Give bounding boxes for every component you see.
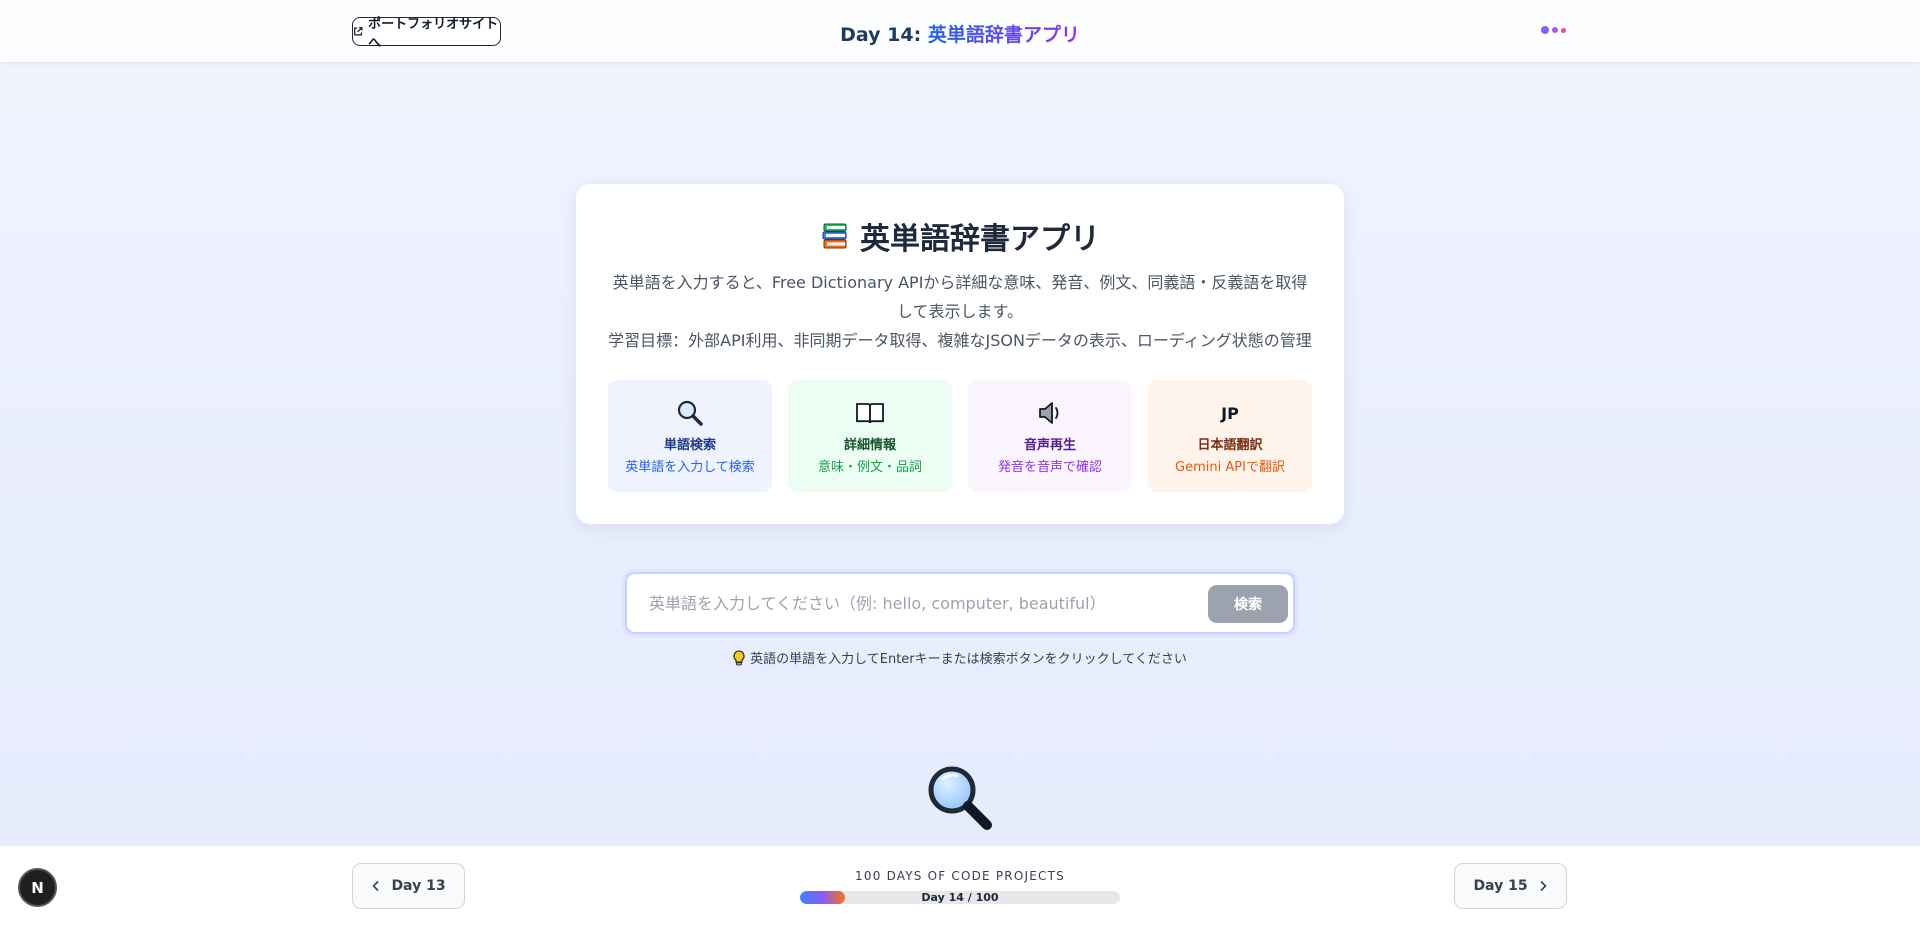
feature-search: 単語検索 英単語を入力して検索 (608, 380, 772, 492)
feature-title: 詳細情報 (843, 438, 896, 453)
page-title-day: Day 14: (840, 24, 928, 46)
lightbulb-icon (733, 649, 745, 665)
dot-icon (1561, 27, 1566, 33)
feature-audio: 音声再生 発音を音声で確認 (968, 380, 1132, 492)
feature-translation: JP 日本語翻訳 Gemini APIで翻訳 (1148, 380, 1312, 492)
feature-subtitle: 意味・例文・品詞 (817, 460, 922, 475)
feature-title: 単語検索 (663, 438, 716, 453)
progress-text: Day 14 / 100 (921, 891, 999, 904)
feature-subtitle: Gemini APIで翻訳 (1175, 460, 1285, 475)
feature-title: 日本語翻訳 (1197, 438, 1263, 453)
feature-list: 単語検索 英単語を入力して検索 詳細情報 意味・例文・品詞 音声再生 発音を音声… (608, 380, 1312, 492)
book-icon (856, 403, 884, 424)
books-icon (822, 223, 847, 249)
jp-icon: JP (1221, 403, 1239, 423)
progress-bar: Day 14 / 100 (800, 891, 1120, 904)
feature-subtitle: 発音を音声で確認 (997, 460, 1102, 475)
search-input[interactable] (649, 588, 1169, 618)
dot-icon (1541, 26, 1549, 34)
feature-title: 音声再生 (1023, 438, 1076, 453)
feature-details: 詳細情報 意味・例文・品詞 (788, 380, 952, 492)
feature-subtitle: 英単語を入力して検索 (625, 460, 755, 475)
search-icon (677, 400, 703, 426)
progress-label: 100 DAYS OF CODE PROJECTS (855, 869, 1065, 883)
dot-icon (1552, 27, 1558, 33)
card-title: 英単語辞書アプリ (576, 214, 1344, 258)
app-info-card: 英単語辞書アプリ 英単語を入力すると、Free Dictionary APIから… (576, 184, 1344, 524)
search-hint-text: 英語の単語を入力してEnterキーまたは検索ボタンをクリックしてください (750, 652, 1187, 667)
card-description: 英単語を入力すると、Free Dictionary APIから詳細な意味、発音、… (606, 268, 1314, 355)
page-title: Day 14: 英単語辞書アプリ (0, 20, 1920, 47)
nextjs-logo-button[interactable]: N (18, 868, 57, 907)
top-header: ポートフォリオサイトへ Day 14: 英単語辞書アプリ (0, 0, 1920, 63)
next-day-button[interactable]: Day 15 (1454, 863, 1567, 909)
search-box: 検索 (625, 572, 1295, 634)
page-title-name: 英単語辞書アプリ (927, 24, 1080, 46)
decorative-dots (1541, 26, 1566, 34)
next-day-label: Day 15 (1473, 878, 1528, 894)
large-search-icon (928, 766, 992, 830)
speaker-icon (1039, 402, 1059, 424)
card-description-goal: 学習目標：外部API利用、非同期データ取得、複雑なJSONデータの表示、ローディ… (608, 331, 1312, 350)
card-title-text: 英単語辞書アプリ (860, 222, 1100, 257)
bottom-navigation: Day 13 100 DAYS OF CODE PROJECTS Day 14 … (0, 845, 1920, 925)
card-description-line: 英単語を入力すると、Free Dictionary APIから詳細な意味、発音、… (612, 273, 1308, 321)
chevron-right-icon (1539, 880, 1547, 892)
search-hint: 英語の単語を入力してEnterキーまたは検索ボタンをクリックしてください (0, 648, 1920, 667)
search-button[interactable]: 検索 (1208, 585, 1288, 623)
